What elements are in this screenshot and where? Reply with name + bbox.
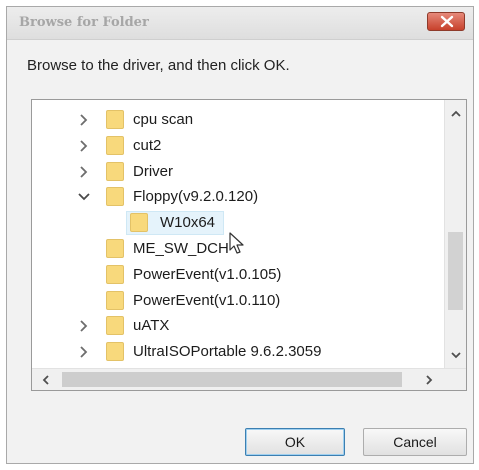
tree-item-label: Driver [133,163,173,180]
chevron-right-icon[interactable] [76,318,92,334]
tree-item-label: ME_SW_DCH [133,240,229,257]
chevron-right-icon[interactable] [76,164,92,180]
tree-item-label: cut2 [133,137,162,154]
chevron-down-icon[interactable] [76,189,92,205]
tree-item-powerevent-105[interactable]: PowerEvent(v1.0.105) [32,263,432,287]
window-title: Browse for Folder [19,15,149,30]
close-icon [440,15,454,28]
chevron-right-icon[interactable] [76,138,92,154]
chevron-right-icon[interactable] [76,344,92,360]
folder-icon [106,316,124,335]
scroll-down-icon[interactable] [450,350,462,360]
chevron-right-icon[interactable] [76,112,92,128]
folder-icon [106,110,124,129]
ok-button[interactable]: OK [245,428,345,456]
cancel-button[interactable]: Cancel [363,428,467,456]
tree-item-label: W10x64 [160,214,216,231]
tree-item-uatx[interactable]: uATX [32,314,432,338]
vertical-scroll-thumb[interactable] [448,232,463,310]
tree-item-label: UltraISOPortable 9.6.2.3059 [133,343,322,360]
horizontal-scrollbar[interactable] [32,368,466,390]
mouse-pointer-icon [229,232,244,254]
close-button[interactable] [427,12,465,31]
scroll-right-icon[interactable] [424,374,434,386]
folder-icon [106,265,124,284]
tree-item-cut2[interactable]: cut2 [32,134,432,158]
tree-item-label: PowerEvent(v1.0.105) [133,266,282,283]
tree-item-driver[interactable]: Driver [32,160,432,184]
folder-icon [106,162,124,181]
tree-item-label: Floppy(v9.2.0.120) [133,188,259,205]
scroll-up-icon[interactable] [450,109,462,119]
title-bar: Browse for Folder [7,7,473,40]
tree-item-cpu-scan[interactable]: cpu scan [32,108,432,132]
instruction-text: Browse to the driver, and then click OK. [27,57,290,74]
folder-icon [106,342,124,361]
tree-item-label: uATX [133,317,170,334]
folder-icon [106,291,124,310]
folder-tree[interactable]: cpu scan cut2 Driver Floppy(v9.2.0.120) … [31,99,467,391]
horizontal-scroll-thumb[interactable] [62,372,402,387]
vertical-scrollbar[interactable] [444,100,466,368]
folder-icon [106,239,124,258]
tree-item-ultraisoportable[interactable]: UltraISOPortable 9.6.2.3059 [32,340,432,364]
scroll-left-icon[interactable] [41,374,51,386]
folder-icon [106,187,124,206]
tree-item-label: PowerEvent(v1.0.110) [133,292,281,309]
tree-item-label: cpu scan [133,111,194,128]
folder-icon [130,213,148,232]
tree-item-powerevent-110[interactable]: PowerEvent(v1.0.110) [32,289,432,313]
folder-icon [106,136,124,155]
tree-item-floppy[interactable]: Floppy(v9.2.0.120) [32,185,432,209]
